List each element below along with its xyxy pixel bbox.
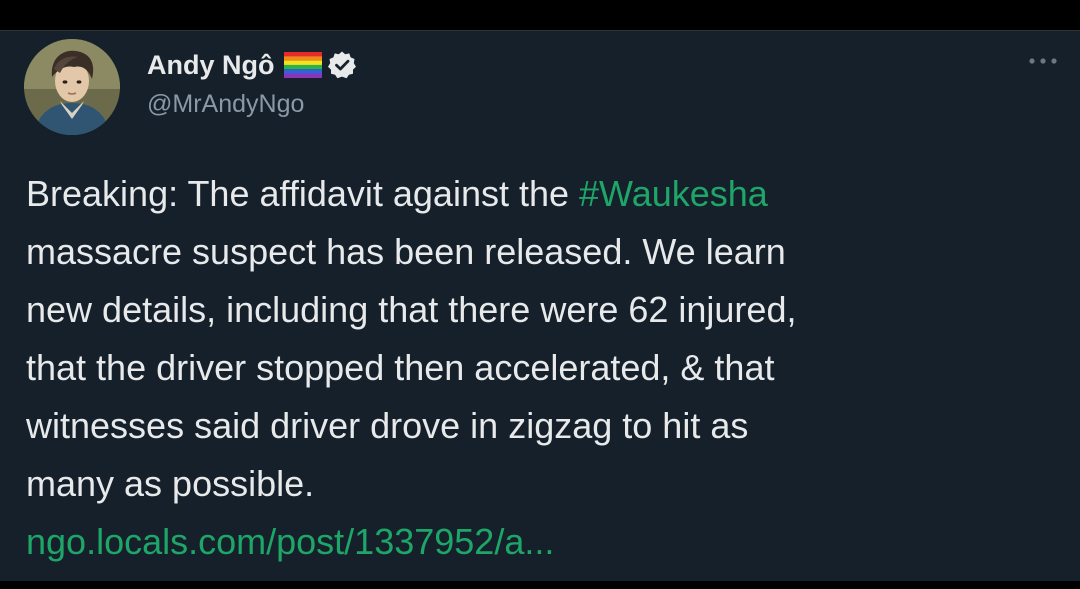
author-name-row: Andy Ngô xyxy=(147,47,357,83)
hashtag-link[interactable]: #Waukesha xyxy=(579,173,768,214)
tweet-line-4: that the driver stopped then accelerated… xyxy=(26,347,775,388)
tweet-card: Andy Ngô @MrAndyNgo Breaking: The affida… xyxy=(0,30,1080,581)
tweet-text: Breaking: The affidavit against the #Wau… xyxy=(26,165,1056,571)
rainbow-flag-icon xyxy=(283,52,322,78)
verified-badge-icon xyxy=(327,50,357,80)
tweet-line-5: witnesses said driver drove in zigzag to… xyxy=(26,405,749,446)
tweet-text-segment: Breaking: The affidavit against the xyxy=(26,173,580,214)
tweet-url-link[interactable]: ngo.locals.com/post/1337952/a... xyxy=(26,513,1056,571)
avatar[interactable] xyxy=(24,39,120,135)
tweet-line-3: new details, including that there were 6… xyxy=(26,289,797,330)
author-handle[interactable]: @MrAndyNgo xyxy=(147,87,304,121)
tweet-line-6: many as possible. xyxy=(26,463,315,504)
tweet-line-1: Breaking: The affidavit against the #Wau… xyxy=(26,165,1056,223)
more-options-icon[interactable] xyxy=(1026,53,1060,69)
tweet-line-2: massacre suspect has been released. We l… xyxy=(26,231,786,272)
author-display-name[interactable]: Andy Ngô xyxy=(147,47,275,83)
